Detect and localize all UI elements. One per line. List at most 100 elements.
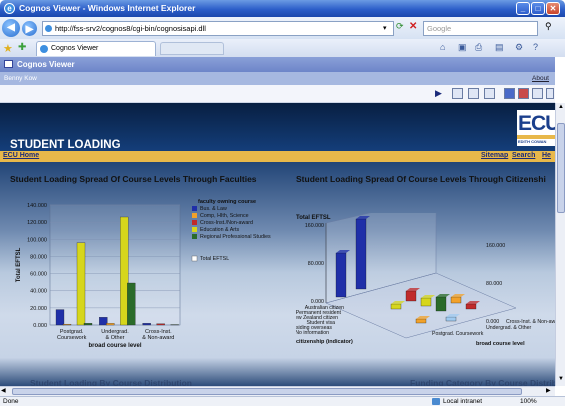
legend-swatch bbox=[191, 255, 198, 262]
maximize-button[interactable]: □ bbox=[531, 2, 545, 15]
refresh-icon[interactable]: ⟳ bbox=[396, 21, 408, 36]
x-tick-label: Postgrad. Coursework bbox=[432, 331, 484, 337]
drill-up-icon[interactable] bbox=[468, 88, 479, 99]
right-tick-label: 80.000 bbox=[486, 281, 502, 287]
viewer-icon bbox=[4, 60, 13, 68]
tab-label: Cognos Viewer bbox=[51, 45, 99, 52]
stop-icon[interactable]: ✕ bbox=[409, 21, 421, 36]
x-axis-label: broad course level bbox=[476, 341, 525, 347]
drill-down-icon[interactable] bbox=[452, 88, 463, 99]
bar bbox=[156, 323, 165, 326]
x-tick-label: Undergrad. & Other bbox=[486, 325, 532, 331]
x2-axis-label: citizenship (indicator) bbox=[296, 339, 353, 345]
window-title: Cognos Viewer - Windows Internet Explore… bbox=[19, 3, 196, 13]
legend-swatch bbox=[192, 206, 197, 211]
y-tick-label: 80.000 bbox=[308, 261, 324, 267]
y-axis-label: Total EFTSL bbox=[16, 247, 22, 282]
bar bbox=[420, 297, 432, 307]
help-icon[interactable]: ? bbox=[533, 42, 538, 52]
y-tick-label: 40.000 bbox=[30, 289, 47, 295]
bar bbox=[450, 296, 462, 304]
y-tick-label: 120.000 bbox=[27, 220, 47, 226]
search-link[interactable]: Search bbox=[512, 152, 535, 159]
scroll-thumb[interactable] bbox=[557, 123, 565, 213]
page-icon bbox=[45, 25, 52, 32]
help-link[interactable]: He bbox=[542, 152, 551, 159]
viewer-toolbar: About ▶ bbox=[0, 75, 555, 103]
legend-label: Bus. & Law bbox=[200, 206, 227, 212]
home-link[interactable]: ECU Home bbox=[3, 152, 39, 159]
scroll-up-icon[interactable]: ▲ bbox=[557, 104, 565, 112]
legend-label: Education & Arts bbox=[200, 227, 240, 233]
bar bbox=[83, 323, 93, 326]
save-icon[interactable] bbox=[504, 88, 515, 99]
view-icon[interactable] bbox=[484, 88, 495, 99]
address-input[interactable]: http://fss-srv2/cognos8/cgi-bin/cognosis… bbox=[42, 21, 394, 36]
y-tick-label: 140.000 bbox=[27, 203, 47, 209]
about-link[interactable]: About bbox=[532, 75, 549, 82]
add-favorites-icon[interactable]: ✚ bbox=[18, 42, 26, 53]
ecu-logo-sub: EDITH COWAN bbox=[518, 139, 547, 144]
bar bbox=[99, 317, 108, 326]
status-text: Done bbox=[3, 398, 19, 405]
report-title: STUDENT LOADING bbox=[10, 139, 121, 151]
dropdown-icon[interactable]: ▾ bbox=[383, 24, 387, 32]
vertical-scrollbar[interactable]: ▲ ▼ bbox=[555, 103, 565, 386]
tab-bar: ★ ✚ Cognos Viewer ⌂ ▣ ⎙ ▤ ⚙ ? bbox=[0, 39, 565, 57]
bar bbox=[62, 323, 72, 326]
y-tick-label: 60.000 bbox=[30, 272, 47, 278]
section-title-faculties: Student Loading Spread Of Course Levels … bbox=[10, 174, 257, 184]
home-icon[interactable]: ⌂ bbox=[440, 42, 445, 52]
viewer-title: Cognos Viewer bbox=[17, 60, 75, 69]
hscroll-thumb[interactable] bbox=[12, 388, 522, 395]
report-area: STUDENT LOADING ECU EDITH COWAN ECU Home… bbox=[0, 103, 555, 386]
ecu-logo: ECU EDITH COWAN bbox=[517, 110, 555, 146]
zoom-text[interactable]: 100% bbox=[520, 398, 537, 405]
bar bbox=[142, 323, 151, 326]
back-button[interactable]: ◀ bbox=[2, 19, 20, 37]
menu-icon[interactable] bbox=[546, 88, 554, 99]
search-placeholder: Google bbox=[427, 24, 452, 33]
faculty-chart: 0.000 20.000 40.000 60.000 80.000 100.000 120.… bbox=[16, 199, 271, 349]
bar bbox=[445, 316, 457, 322]
minimize-button[interactable]: _ bbox=[516, 2, 530, 15]
legend-swatch bbox=[192, 220, 197, 225]
close-button[interactable]: ✕ bbox=[546, 2, 560, 15]
search-icon[interactable]: ⚲ bbox=[545, 21, 552, 32]
export-pdf-icon[interactable] bbox=[518, 88, 529, 99]
status-bar: Done Local intranet 100% bbox=[0, 396, 565, 406]
tab-cognos-viewer[interactable]: Cognos Viewer bbox=[36, 41, 156, 56]
favorites-star-icon[interactable]: ★ bbox=[3, 42, 13, 55]
section-title-course-distribution: Student Loading By Course Distribution bbox=[30, 378, 192, 386]
citizenship-label: No information bbox=[296, 330, 329, 336]
horizontal-scrollbar[interactable]: ◀ ▶ bbox=[0, 386, 555, 396]
search-input[interactable]: Google bbox=[423, 21, 538, 36]
scroll-left-icon[interactable]: ◀ bbox=[1, 387, 6, 394]
tools-icon[interactable]: ⚙ bbox=[515, 42, 523, 53]
page-menu-icon[interactable]: ▤ bbox=[495, 42, 504, 53]
sitemap-link[interactable]: Sitemap bbox=[481, 152, 508, 159]
run-icon[interactable]: ▶ bbox=[435, 88, 442, 99]
legend-swatch bbox=[192, 234, 197, 239]
forward-button[interactable]: ▶ bbox=[22, 21, 37, 36]
address-toolbar: ◀ ▶ http://fss-srv2/cognos8/cgi-bin/cogn… bbox=[0, 17, 565, 39]
bar bbox=[405, 290, 417, 302]
address-url: http://fss-srv2/cognos8/cgi-bin/cognosis… bbox=[55, 24, 206, 33]
scroll-down-icon[interactable]: ▼ bbox=[557, 376, 565, 384]
window-title-bar: e Cognos Viewer - Windows Internet Explo… bbox=[0, 0, 565, 17]
y-axis-label: Total EFTSL bbox=[296, 215, 331, 221]
cognos-user-bar: Benny Kow bbox=[0, 72, 555, 85]
feeds-icon[interactable]: ▣ bbox=[458, 42, 467, 53]
new-tab-button[interactable] bbox=[160, 42, 224, 55]
scroll-right-icon[interactable]: ▶ bbox=[546, 387, 551, 394]
bar bbox=[335, 252, 347, 298]
y-tick-label: 80.000 bbox=[30, 254, 47, 260]
bar bbox=[55, 309, 65, 326]
legend-label: Cross-Inst./Non-award bbox=[200, 220, 253, 226]
keep-icon[interactable] bbox=[532, 88, 543, 99]
user-name: Benny Kow bbox=[4, 75, 37, 82]
print-icon[interactable]: ⎙ bbox=[475, 42, 482, 53]
x-tick-label: & Other bbox=[106, 335, 125, 341]
bar bbox=[127, 282, 136, 326]
zone-text: Local intranet bbox=[443, 398, 483, 405]
